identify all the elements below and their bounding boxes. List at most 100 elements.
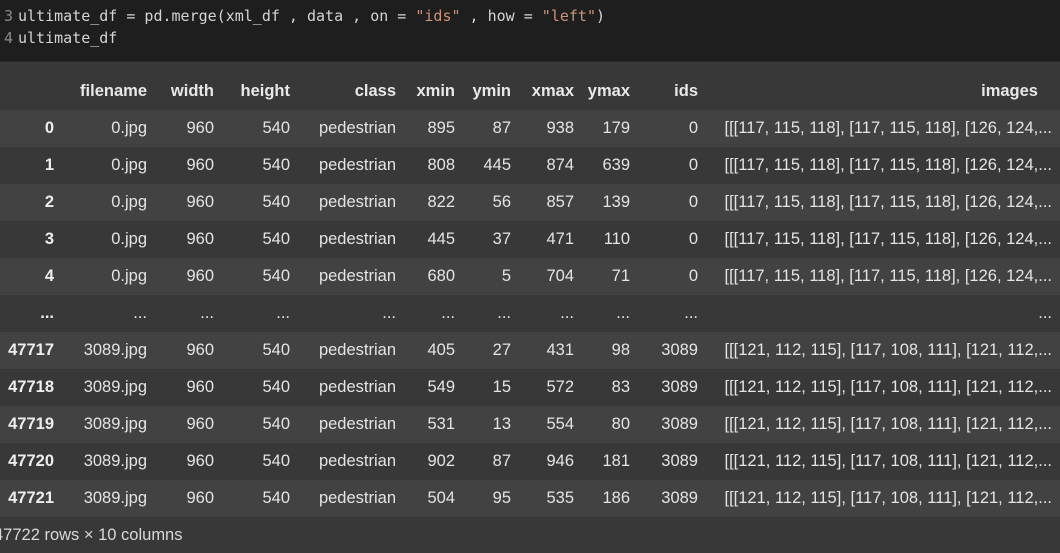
code-line-4[interactable]: 4 ultimate_df — [0, 27, 117, 49]
table-cell: 5 — [501, 267, 511, 285]
row-index: 3 — [44, 230, 54, 248]
table-cell: ... — [497, 304, 511, 322]
table-cell: pedestrian — [318, 341, 396, 359]
table-cell: ... — [560, 304, 574, 322]
table-cell: 808 — [427, 156, 455, 174]
table-cell: 139 — [602, 193, 630, 211]
table-cell: 87 — [492, 119, 511, 137]
table-cell: 857 — [546, 193, 574, 211]
table-row: 3 0.jpg 960 540 pedestrian 445 37 471 110 0 [[[117… — [0, 221, 1060, 258]
table-cell: ... — [276, 304, 290, 322]
table-cell: 540 — [262, 267, 290, 285]
table-cell: ... — [200, 304, 214, 322]
table-cell: 0 — [688, 193, 698, 211]
column-header-height: height — [240, 82, 291, 100]
table-row: 47720 3089.jpg 960 540 pedestrian 902 87 946 181… — [0, 443, 1060, 480]
table-cell: 549 — [427, 378, 455, 396]
code-line-3[interactable]: 3 ultimate_df = pd.merge(xml_df , data , … — [0, 5, 605, 27]
table-cell: 572 — [546, 378, 574, 396]
table-cell: 95 — [492, 489, 511, 507]
table-cell: 960 — [186, 193, 214, 211]
table-cell: 3089.jpg — [83, 341, 147, 359]
table-cell: 3089 — [661, 341, 698, 359]
table-cell: [[[117, 115, 118], [117, 115, 118], [126… — [724, 267, 1053, 285]
string-token: "ids" — [415, 7, 461, 25]
table-cell: 179 — [602, 119, 630, 137]
column-header-xmin: xmin — [416, 82, 455, 100]
table-cell: [[[121, 112, 115], [117, 108, 111], [121… — [724, 489, 1053, 507]
table-cell: 960 — [186, 378, 214, 396]
table-cell: 540 — [262, 156, 290, 174]
table-cell: 0 — [688, 230, 698, 248]
table-cell: 186 — [602, 489, 630, 507]
row-index: 2 — [44, 193, 54, 211]
notebook-page: 3 ultimate_df = pd.merge(xml_df , data , … — [0, 0, 1060, 553]
table-cell: 56 — [492, 193, 511, 211]
code-text: , how = — [460, 7, 542, 25]
table-cell: pedestrian — [318, 267, 396, 285]
table-cell: 3089 — [661, 415, 698, 433]
row-index: ... — [40, 304, 54, 322]
table-cell: pedestrian — [318, 119, 396, 137]
table-cell: 71 — [611, 267, 630, 285]
table-row: 0 0.jpg 960 540 pedestrian 895 87 938 179 0 [[[117… — [0, 110, 1060, 147]
table-cell: 80 — [611, 415, 630, 433]
table-cell: 960 — [186, 341, 214, 359]
table-cell: 110 — [603, 230, 630, 248]
table-cell: 540 — [262, 378, 290, 396]
table-cell: [[[121, 112, 115], [117, 108, 111], [121… — [724, 341, 1053, 359]
table-row: 2 0.jpg 960 540 pedestrian 822 56 857 139 0 [[[117… — [0, 184, 1060, 221]
table-cell: 639 — [602, 156, 630, 174]
row-index: 4 — [44, 267, 54, 285]
table-cell: 3089 — [661, 452, 698, 470]
table-cell: pedestrian — [318, 193, 396, 211]
table-cell: 3089.jpg — [83, 452, 147, 470]
table-cell: 0.jpg — [111, 267, 147, 285]
table-cell: 0 — [688, 119, 698, 137]
table-cell: pedestrian — [318, 452, 396, 470]
index-header — [0, 73, 62, 110]
row-index: 47718 — [8, 378, 54, 396]
row-count-footer: 47722 rows × 10 columns — [0, 526, 183, 544]
table-cell: 531 — [427, 415, 455, 433]
table-header: filename width height class xmin ymin xmax ymax… — [0, 73, 1060, 110]
row-index: 47717 — [8, 341, 54, 359]
table-cell: ... — [382, 304, 396, 322]
column-header-filename: filename — [80, 82, 147, 100]
column-header-ymin: ymin — [472, 82, 511, 100]
table-cell: 704 — [546, 267, 574, 285]
table-cell: 445 — [483, 156, 511, 174]
line-number: 3 — [4, 7, 14, 25]
table-cell: 960 — [186, 156, 214, 174]
table-cell: 680 — [427, 267, 455, 285]
table-row: 47717 3089.jpg 960 540 pedestrian 405 27 431 98 3… — [0, 332, 1060, 369]
table-body: 0 0.jpg 960 540 pedestrian 895 87 938 179 0 [[[117… — [0, 110, 1060, 517]
table-cell: [[[117, 115, 118], [117, 115, 118], [126… — [724, 119, 1053, 137]
table-cell: 27 — [492, 341, 511, 359]
table-cell: pedestrian — [318, 489, 396, 507]
table-cell: 87 — [492, 452, 511, 470]
table-row: 47721 3089.jpg 960 540 pedestrian 504 95 535 186… — [0, 480, 1060, 517]
table-cell: 960 — [186, 452, 214, 470]
column-header-xmax: xmax — [531, 82, 574, 100]
table-cell: ... — [1038, 304, 1052, 322]
table-cell: [[[121, 112, 115], [117, 108, 111], [121… — [724, 415, 1053, 433]
table-cell: 15 — [492, 378, 511, 396]
table-cell: 960 — [186, 489, 214, 507]
table-cell: 540 — [262, 230, 290, 248]
table-cell: 0.jpg — [111, 156, 147, 174]
code-cell[interactable]: 3 ultimate_df = pd.merge(xml_df , data , … — [0, 0, 1060, 58]
table-cell: 0 — [688, 267, 698, 285]
line-number: 4 — [4, 29, 14, 47]
table-cell: ... — [441, 304, 455, 322]
table-cell: 540 — [262, 193, 290, 211]
header-row: filename width height class xmin ymin xmax ymax… — [0, 73, 1060, 110]
string-token: "left" — [541, 7, 596, 25]
table-cell: 874 — [546, 156, 574, 174]
table-cell: 895 — [427, 119, 455, 137]
table-cell: [[[121, 112, 115], [117, 108, 111], [121… — [724, 452, 1053, 470]
table-row: 47718 3089.jpg 960 540 pedestrian 549 15 572 83 3… — [0, 369, 1060, 406]
table-cell: 960 — [186, 267, 214, 285]
table-cell: 902 — [427, 452, 455, 470]
table-cell: 540 — [262, 341, 290, 359]
